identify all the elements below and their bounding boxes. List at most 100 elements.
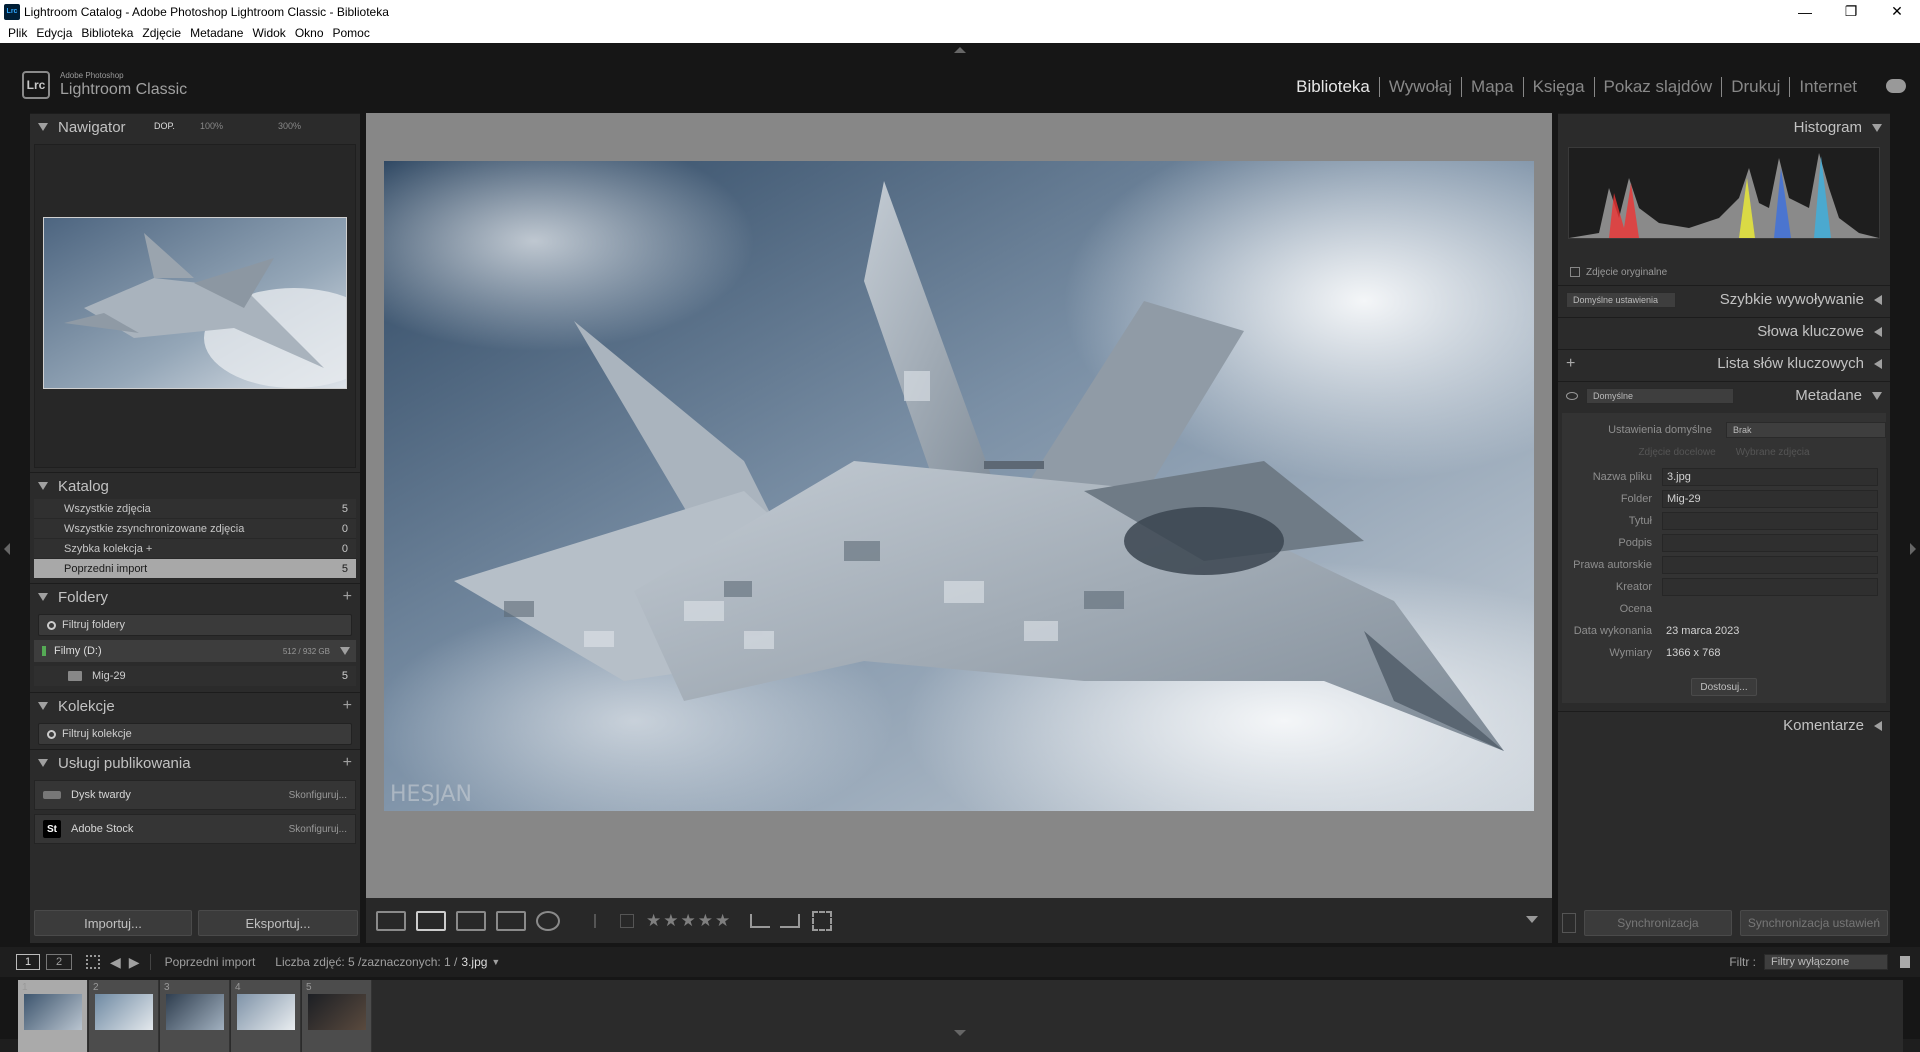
navigator-header[interactable]: Nawigator DOP. 100% 300% (30, 113, 360, 140)
back-arrow-icon[interactable]: ◀ (110, 954, 121, 971)
module-wywolaj[interactable]: Wywołaj (1380, 77, 1461, 97)
filmstrip-thumb[interactable]: 2 (89, 980, 159, 1052)
folders-header[interactable]: Foldery + (30, 583, 360, 610)
menu-widok[interactable]: Widok (252, 26, 285, 40)
forward-arrow-icon[interactable]: ▶ (129, 954, 140, 971)
monitor-1-button[interactable]: 1 (16, 954, 40, 970)
menu-metadane[interactable]: Metadane (190, 26, 243, 40)
grid-view-icon[interactable] (376, 910, 406, 931)
zoom-100-option[interactable]: 100% (200, 121, 223, 131)
add-folder-icon[interactable]: + (343, 588, 352, 606)
add-keyword-icon[interactable]: + (1566, 355, 1575, 373)
catalog-row[interactable]: Wszystkie zsynchronizowane zdjęcia 0 (34, 519, 356, 539)
navigator-thumbnail[interactable] (43, 217, 347, 389)
publish-configure-link[interactable]: Skonfiguruj... (289, 790, 347, 801)
caption-field[interactable] (1662, 534, 1878, 552)
module-internet[interactable]: Internet (1790, 77, 1866, 97)
quick-develop-header[interactable]: Domyślne ustawienia Szybkie wywoływanie (1558, 285, 1890, 313)
rotate-left-icon[interactable] (750, 913, 771, 928)
left-panel-toggle-icon[interactable] (4, 543, 10, 555)
module-ksiega[interactable]: Księga (1524, 77, 1594, 97)
module-pokaz-slajdow[interactable]: Pokaz slajdów (1595, 77, 1722, 97)
keyword-list-header[interactable]: + Lista słów kluczowych (1558, 349, 1890, 377)
source-label[interactable]: Poprzedni import (165, 955, 256, 969)
export-button[interactable]: Eksportuj... (198, 910, 358, 936)
right-panel-toggle-icon[interactable] (1910, 543, 1916, 555)
top-panel-toggle-icon[interactable] (954, 47, 966, 53)
add-publish-icon[interactable]: + (343, 754, 352, 772)
menu-zdjecie[interactable]: Zdjęcie (142, 26, 181, 40)
catalog-row[interactable]: Wszystkie zdjęcia 5 (34, 499, 356, 519)
compare-view-icon[interactable] (456, 910, 486, 931)
publish-header[interactable]: Usługi publikowania + (30, 749, 360, 776)
add-collection-icon[interactable]: + (343, 697, 352, 715)
main-photo[interactable]: HESJAN (384, 161, 1534, 811)
folder-item[interactable]: Mig-29 5 (34, 666, 356, 686)
original-photo-row[interactable]: Zdjęcie oryginalne (1558, 259, 1890, 285)
filmstrip-thumb[interactable]: 4 (231, 980, 301, 1052)
minimize-icon[interactable]: — (1782, 0, 1828, 23)
module-biblioteka[interactable]: Biblioteka (1287, 77, 1379, 97)
auto-sync-toggle[interactable] (1562, 913, 1576, 933)
close-icon[interactable]: ✕ (1874, 0, 1920, 23)
grid-icon[interactable] (86, 955, 100, 969)
loupe-view[interactable]: HESJAN (366, 113, 1552, 898)
loupe-view-icon[interactable] (416, 910, 446, 931)
chevron-down-icon[interactable]: ▼ (491, 957, 500, 967)
sync-button[interactable]: Synchronizacja (1583, 910, 1732, 936)
maximize-icon[interactable]: ❐ (1828, 0, 1874, 23)
rotate-right-icon[interactable] (780, 913, 801, 928)
metadata-preset-select[interactable]: Domyślne (1586, 387, 1734, 404)
flag-icon[interactable] (594, 913, 614, 928)
sync-settings-button[interactable]: Synchronizacja ustawień (1739, 910, 1888, 936)
title-field[interactable] (1662, 512, 1878, 530)
menu-biblioteka[interactable]: Biblioteka (81, 26, 133, 40)
creator-field[interactable] (1662, 578, 1878, 596)
current-photo-name[interactable]: 3.jpg (461, 955, 487, 969)
survey-view-icon[interactable] (496, 910, 526, 931)
original-photo-checkbox[interactable] (1570, 267, 1580, 277)
zoom-300-option[interactable]: 300% (278, 121, 301, 131)
bottom-panel-toggle-icon[interactable] (954, 1030, 966, 1036)
rating-field[interactable] (1662, 600, 1878, 618)
comments-header[interactable]: Komentarze (1558, 711, 1890, 739)
filename-field[interactable]: 3.jpg (1662, 468, 1878, 486)
quick-develop-preset-select[interactable]: Domyślne ustawienia (1566, 291, 1676, 308)
keywords-header[interactable]: Słowa kluczowe (1558, 317, 1890, 345)
publish-service-row[interactable]: Dysk twardy Skonfiguruj... (34, 780, 356, 810)
catalog-header[interactable]: Katalog (30, 472, 360, 499)
module-drukuj[interactable]: Drukuj (1722, 77, 1789, 97)
rating-stars[interactable]: ★★★★★ (646, 911, 732, 931)
navigator-preview[interactable] (34, 144, 356, 468)
monitor-2-button[interactable]: 2 (46, 954, 72, 970)
menu-pomoc[interactable]: Pomoc (333, 26, 370, 40)
import-button[interactable]: Importuj... (34, 910, 192, 936)
module-mapa[interactable]: Mapa (1462, 77, 1523, 97)
catalog-row[interactable]: Szybka kolekcja + 0 (34, 539, 356, 559)
metadata-defaults-select[interactable]: Brak (1726, 422, 1886, 438)
filmstrip-thumb[interactable]: 1 (18, 980, 88, 1052)
target-photo-option[interactable]: Zdjęcie docelowe (1638, 447, 1715, 458)
menu-okno[interactable]: Okno (295, 26, 324, 40)
publish-service-row[interactable]: St Adobe Stock Skonfiguruj... (34, 814, 356, 844)
publish-configure-link[interactable]: Skonfiguruj... (289, 824, 347, 835)
copyright-field[interactable] (1662, 556, 1878, 574)
menu-edycja[interactable]: Edycja (36, 26, 72, 40)
filmstrip-thumb[interactable]: 3 (160, 980, 230, 1052)
collection-filter-input[interactable]: Filtruj kolekcje (38, 723, 352, 745)
collections-header[interactable]: Kolekcje + (30, 692, 360, 719)
toolbar-menu-icon[interactable] (1526, 916, 1538, 923)
folder-filter-input[interactable]: Filtruj foldery (38, 614, 352, 636)
histogram-header[interactable]: Histogram (1558, 113, 1890, 141)
zoom-fit-option[interactable]: DOP. (154, 121, 175, 131)
cloud-sync-icon[interactable] (1886, 79, 1906, 93)
folder-field[interactable]: Mig-29 (1662, 490, 1878, 508)
expand-icon[interactable] (340, 647, 350, 655)
volume-row[interactable]: Filmy (D:) 512 / 932 GB (34, 640, 356, 662)
menu-plik[interactable]: Plik (8, 26, 27, 40)
filmstrip-thumb[interactable]: 5 (302, 980, 372, 1052)
crop-icon[interactable] (812, 910, 833, 931)
eye-icon[interactable] (1566, 391, 1578, 400)
metadata-header[interactable]: Domyślne Metadane (1558, 381, 1890, 409)
people-view-icon[interactable] (536, 910, 560, 931)
